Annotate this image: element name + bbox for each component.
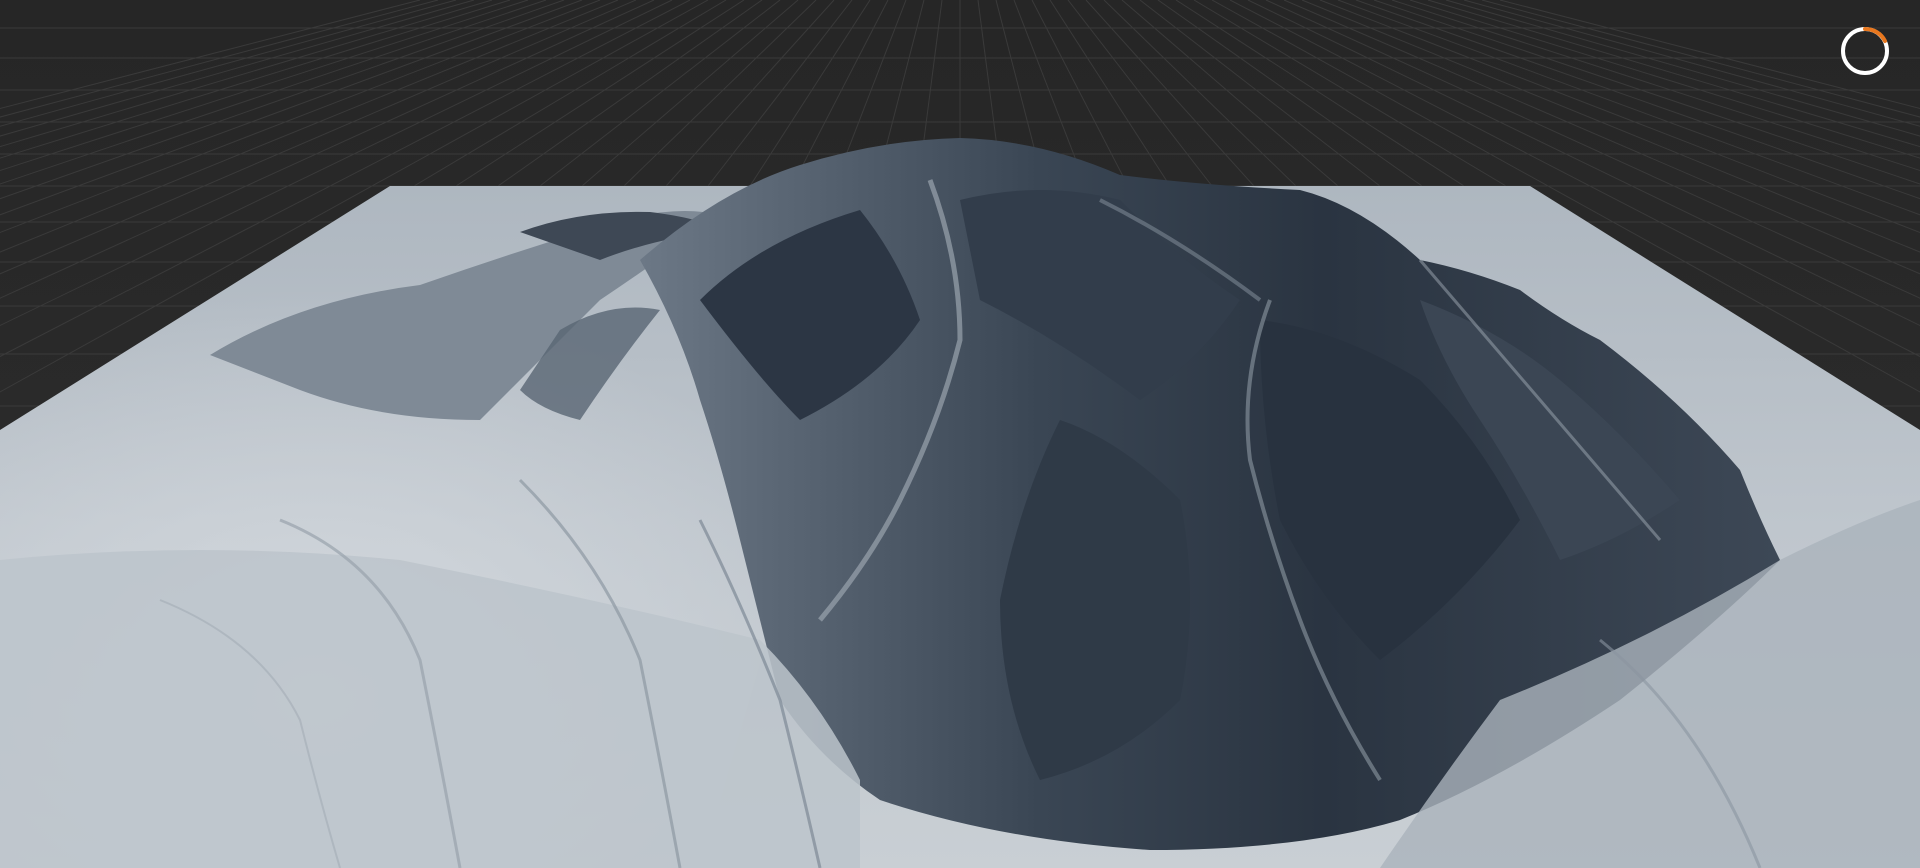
loading-indicator	[1838, 24, 1892, 78]
3d-terrain-viewport[interactable]	[0, 0, 1920, 868]
terrain-scene[interactable]	[0, 0, 1920, 868]
spinner-ring-icon	[1841, 26, 1889, 75]
